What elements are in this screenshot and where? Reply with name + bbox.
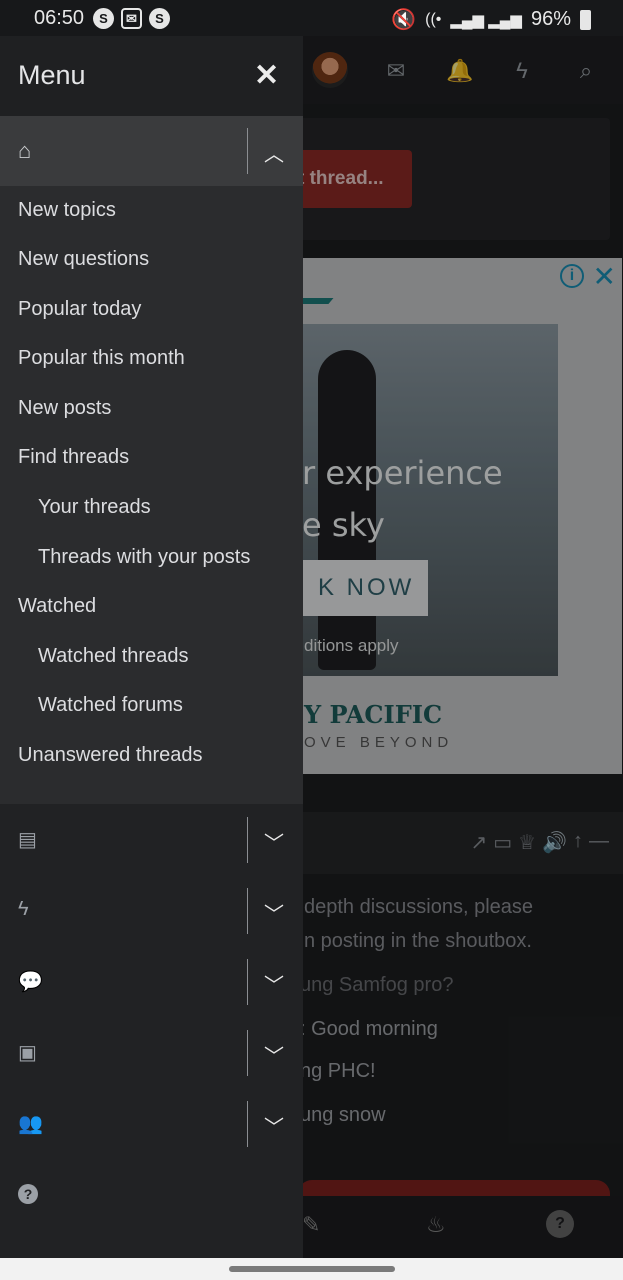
home-submenu: New topics New questions Popular today P… <box>0 186 303 804</box>
divider <box>247 1101 248 1147</box>
menu-section-media[interactable]: ▣ ﹀ <box>0 1018 303 1088</box>
mute-icon: 🔇 <box>391 9 417 31</box>
signal-icon: ▂▄▆ ▂▄▆ <box>450 11 522 29</box>
battery-icon <box>580 9 591 30</box>
forums-icon[interactable]: ▤ <box>18 827 37 852</box>
status-bar: 06:50 S ✉ S 🔇 ((• ▂▄▆ ▂▄▆ 96% <box>0 0 623 36</box>
members-icon[interactable]: 👥 <box>18 1111 43 1136</box>
menu-item-watched-forums[interactable]: Watched forums <box>38 694 183 717</box>
menu-section-chat[interactable]: 💬 ﹀ <box>0 947 303 1017</box>
menu-section-forums[interactable]: ▤ ﹀ <box>0 805 303 875</box>
menu-section-whats-new[interactable]: ϟ ﹀ <box>0 876 303 946</box>
menu-item-popular-today[interactable]: Popular today <box>18 298 141 321</box>
chevron-down-icon[interactable]: ﹀ <box>264 969 284 998</box>
divider <box>247 959 248 1005</box>
menu-section-members[interactable]: 👥 ﹀ <box>0 1089 303 1159</box>
help-icon[interactable]: ? <box>18 1184 38 1204</box>
media-icon[interactable]: ▣ <box>18 1040 37 1065</box>
shazam-notification-icon: S <box>149 8 170 29</box>
gesture-bar <box>0 1258 623 1280</box>
close-icon[interactable]: ✕ <box>254 58 279 93</box>
clock: 06:50 <box>34 7 85 29</box>
menu-item-your-threads[interactable]: Your threads <box>38 496 151 519</box>
divider <box>247 817 248 863</box>
menu-item-watched-threads[interactable]: Watched threads <box>38 645 188 668</box>
chat-icon[interactable]: 💬 <box>18 969 43 994</box>
menu-item-popular-this-month[interactable]: Popular this month <box>18 347 185 370</box>
menu-item-new-posts[interactable]: New posts <box>18 397 111 420</box>
menu-header: Menu ✕ <box>0 36 303 116</box>
chevron-down-icon[interactable]: ﹀ <box>264 898 284 927</box>
home-icon[interactable]: ⌂ <box>18 138 31 164</box>
menu-section-home[interactable]: ⌂ ︿ <box>0 116 303 186</box>
menu-title: Menu <box>18 60 86 90</box>
mail-notification-icon: ✉ <box>121 8 142 29</box>
whats-new-icon[interactable]: ϟ <box>18 898 29 921</box>
divider <box>247 888 248 934</box>
divider <box>247 1030 248 1076</box>
side-menu: Menu ✕ ⌂ ︿ New topics New questions Popu… <box>0 36 303 1258</box>
notification-app-icon: S <box>93 8 114 29</box>
divider <box>247 128 248 174</box>
chevron-down-icon[interactable]: ﹀ <box>264 1111 284 1140</box>
menu-item-threads-with-your-posts[interactable]: Threads with your posts <box>38 546 250 569</box>
chevron-down-icon[interactable]: ﹀ <box>264 827 284 856</box>
wifi-icon: ((• <box>425 10 442 28</box>
battery-level: 96% <box>530 8 571 30</box>
menu-item-find-threads[interactable]: Find threads <box>18 446 129 469</box>
menu-item-new-topics[interactable]: New topics <box>18 199 116 222</box>
menu-item-unanswered-threads[interactable]: Unanswered threads <box>18 744 203 767</box>
home-indicator[interactable] <box>229 1266 395 1272</box>
chevron-up-icon[interactable]: ︿ <box>264 138 284 167</box>
menu-section-help[interactable]: ? <box>0 1160 303 1230</box>
menu-item-watched[interactable]: Watched <box>18 595 96 618</box>
menu-item-new-questions[interactable]: New questions <box>18 248 149 271</box>
chevron-down-icon[interactable]: ﹀ <box>264 1040 284 1069</box>
